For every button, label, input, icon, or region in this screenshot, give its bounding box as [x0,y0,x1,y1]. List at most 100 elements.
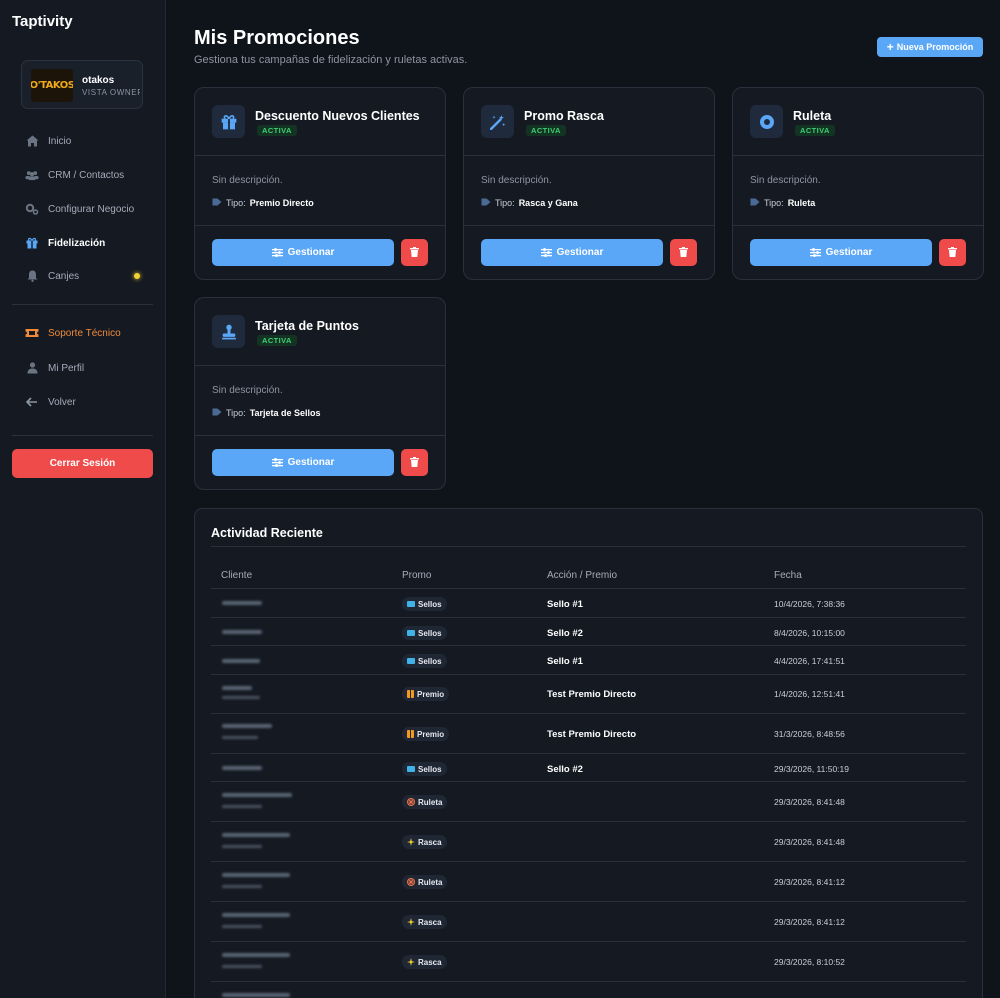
ticket-icon [407,766,415,772]
table-row[interactable]: Premio Test Premio Directo 31/3/2026, 8:… [211,713,966,753]
plus-icon: + [886,40,894,54]
tag-icon [750,198,760,208]
recent-activity-panel: Actividad Reciente Cliente Promo Acción … [194,508,983,998]
activity-date: 1/4/2026, 12:51:41 [774,689,845,699]
promo-name: Promo Rasca [524,109,604,123]
nav-label-crm: CRM / Contactos [48,169,125,181]
delete-button[interactable] [670,239,697,266]
page-title: Mis Promociones [194,27,360,49]
table-row[interactable]: Sellos Sello #1 4/4/2026, 17:41:51 [211,645,966,674]
manage-button[interactable]: Gestionar [212,239,394,266]
promo-type-label: Tipo: [764,198,784,208]
card-divider [195,225,445,226]
manage-label: Gestionar [287,247,335,258]
notification-dot [134,273,140,279]
table-row[interactable]: Premio Test Premio Directo 1/4/2026, 12:… [211,674,966,713]
card-divider [195,435,445,436]
client-email-redacted [222,736,258,739]
promo-type-value: Ruleta [787,198,816,208]
wheel-icon [407,798,415,806]
action-text: Test Premio Directo [547,689,637,700]
promo-name: Ruleta [793,109,832,123]
action-text: Sello #1 [547,599,583,610]
activity-date: 29/3/2026, 8:41:12 [774,877,845,887]
nav-item-volver[interactable]: Volver [25,393,76,411]
arrow-left-icon [25,395,39,409]
promo-card: Tarjeta de Puntos ACTIVA Sin descripción… [194,297,446,490]
activity-date: 8/4/2026, 10:15:00 [774,628,845,638]
promo-pill: Ruleta [402,875,448,889]
sparkle-icon [407,838,415,846]
table-row[interactable]: Rasca 29/3/2026, 8:41:12 [211,901,966,941]
magic-wand-icon [481,105,514,138]
action-text: Sello #2 [547,764,583,775]
promo-pill: Premio [402,727,450,741]
promo-pill-label: Rasca [418,917,442,927]
promo-card: Descuento Nuevos Clientes ACTIVA Sin des… [194,87,446,280]
nav-label-perfil: Mi Perfil [48,362,85,374]
activity-date: 29/3/2026, 8:41:12 [774,917,845,927]
business-logo: O'TAKOS [31,69,73,102]
nav-item-canjes[interactable]: Canjes [25,267,79,285]
nav-item-soporte[interactable]: Soporte Técnico [25,324,121,342]
client-name-redacted [222,793,292,797]
manage-button[interactable]: Gestionar [481,239,663,266]
promo-pill-label: Sellos [418,656,442,666]
table-row[interactable] [211,981,966,998]
promo-description: Sin descripción. [481,175,552,186]
delete-button[interactable] [939,239,966,266]
promo-pill: Sellos [402,597,447,611]
delete-button[interactable] [401,449,428,476]
table-row[interactable]: Ruleta 29/3/2026, 8:41:48 [211,781,966,821]
table-row[interactable]: Sellos Sello #1 10/4/2026, 7:38:36 [211,588,966,617]
promo-type-label: Tipo: [495,198,515,208]
promo-pill-label: Ruleta [418,877,443,887]
promo-pill-label: Sellos [418,599,442,609]
client-email-redacted [222,965,262,968]
client-name-redacted [222,993,290,997]
promo-pill: Rasca [402,915,447,929]
gift-icon [407,690,414,698]
manage-button[interactable]: Gestionar [212,449,394,476]
sidebar: Taptivity O'TAKOS otakos VISTA OWNER Ini… [0,0,166,998]
nav-item-perfil[interactable]: Mi Perfil [25,359,84,377]
stamp-icon [212,315,245,348]
promo-pill-label: Rasca [418,957,442,967]
promo-type: Tipo: Premio Directo [212,198,314,208]
profile-card[interactable]: O'TAKOS otakos VISTA OWNER [21,60,143,109]
client-name-redacted [222,833,290,837]
trash-icon [410,454,419,472]
manage-button[interactable]: Gestionar [750,239,932,266]
promo-pill: Ruleta [402,795,448,809]
table-row[interactable]: Sellos Sello #2 29/3/2026, 11:50:19 [211,753,966,781]
activity-date: 10/4/2026, 7:38:36 [774,599,845,609]
nav-item-configurar[interactable]: Configurar Negocio [25,200,134,218]
sliders-icon [809,248,821,257]
nav-item-crm[interactable]: CRM / Contactos [25,166,124,184]
new-promotion-button[interactable]: + Nueva Promoción [877,37,983,57]
trash-icon [679,244,688,262]
table-row[interactable]: Rasca 29/3/2026, 8:10:52 [211,941,966,981]
manage-label: Gestionar [825,247,873,258]
promo-name: Descuento Nuevos Clientes [255,109,420,123]
action-text: Test Premio Directo [547,729,637,740]
card-divider [733,225,983,226]
new-promotion-label: Nueva Promoción [896,42,974,52]
promo-pill-label: Premio [417,729,445,739]
bell-icon [25,269,39,283]
sparkle-icon [407,958,415,966]
users-icon [25,168,39,182]
table-row[interactable]: Ruleta 29/3/2026, 8:41:12 [211,861,966,901]
nav-label-inicio: Inicio [48,135,72,147]
wheel-icon [750,105,783,138]
logout-button[interactable]: Cerrar Sesión [12,449,153,478]
table-row[interactable]: Sellos Sello #2 8/4/2026, 10:15:00 [211,617,966,645]
nav-item-inicio[interactable]: Inicio [25,132,71,150]
home-icon [25,134,39,148]
trash-icon [410,244,419,262]
ticket-icon [25,326,39,340]
nav-item-fidelizacion[interactable]: Fidelización [25,234,105,252]
client-name-redacted [222,724,272,728]
table-row[interactable]: Rasca 29/3/2026, 8:41:48 [211,821,966,861]
delete-button[interactable] [401,239,428,266]
